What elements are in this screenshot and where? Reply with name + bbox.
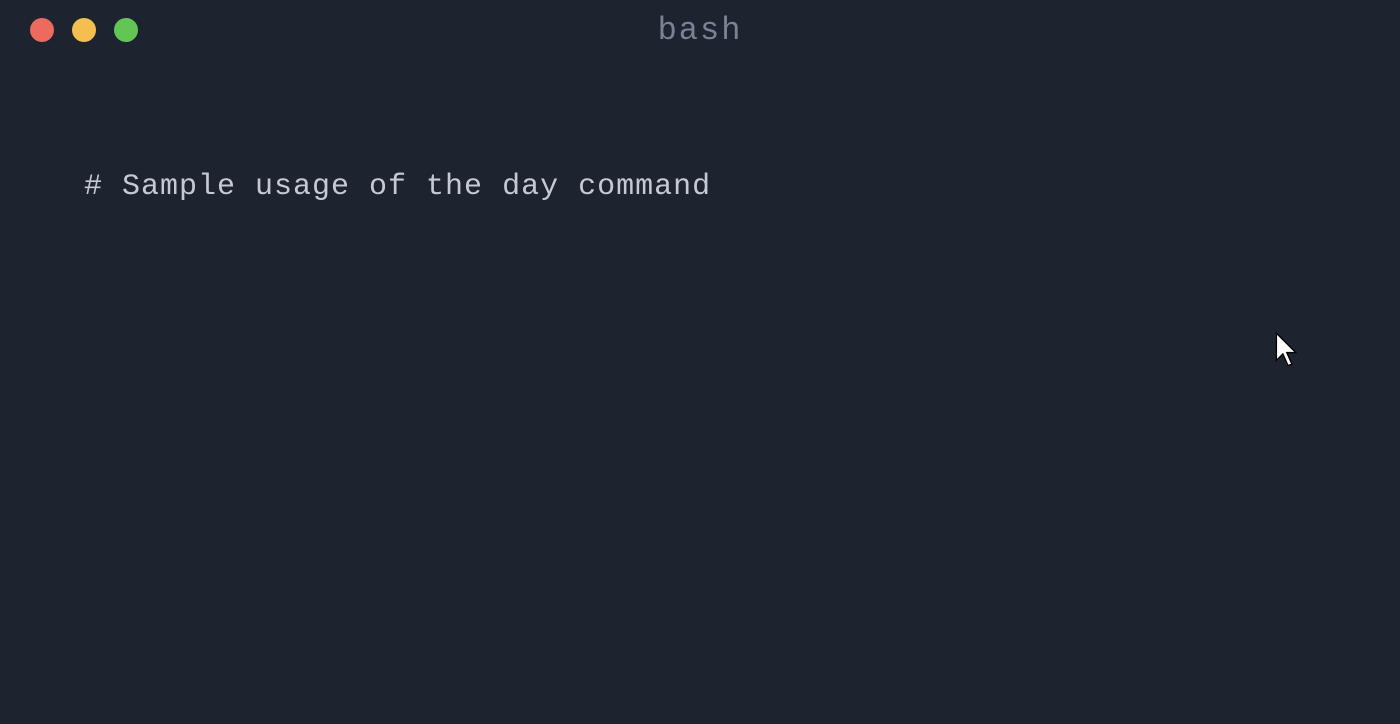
window-titlebar: bash	[0, 0, 1400, 50]
zoom-button[interactable]	[114, 18, 138, 42]
window-title: bash	[0, 12, 1400, 49]
cursor-icon	[1275, 332, 1301, 368]
terminal-line: # Sample usage of the day command	[84, 170, 1316, 204]
terminal-body[interactable]: # Sample usage of the day command	[0, 50, 1400, 204]
close-button[interactable]	[30, 18, 54, 42]
minimize-button[interactable]	[72, 18, 96, 42]
traffic-lights	[30, 18, 138, 42]
